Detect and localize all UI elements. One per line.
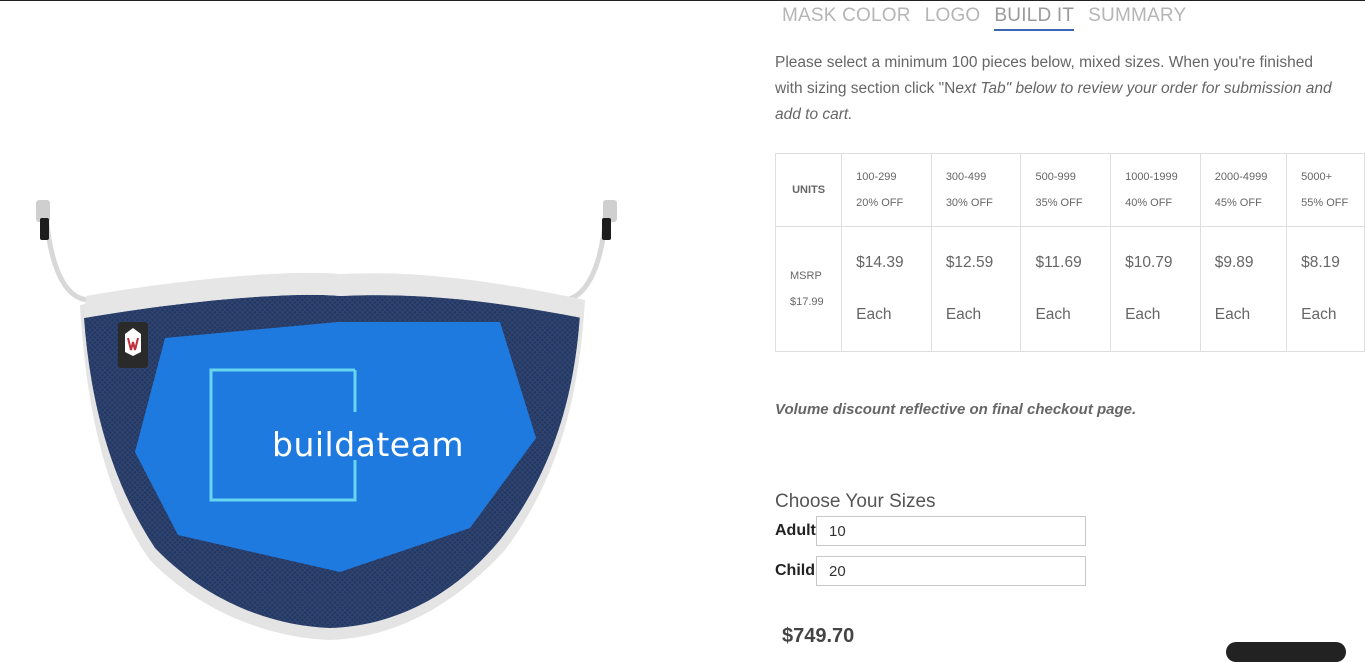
tier-discount: 35% OFF <box>1035 197 1083 209</box>
pricing-table: UNITS 100-299 20% OFF 300-499 30% OFF 500-… <box>774 153 1365 352</box>
msrp-cell: MSRP $17.99 <box>774 226 843 352</box>
msrp-label: MSRP <box>790 270 822 282</box>
pricing-price-row: MSRP $17.99 $14.39 Each $12.59 Each $11.69 E… <box>774 226 1365 352</box>
chat-widget-button[interactable] <box>1226 642 1346 662</box>
builder-tabs: MASK COLOR LOGO BUILD IT SUMMARY <box>782 5 1186 31</box>
tab-mask-color[interactable]: MASK COLOR <box>782 5 911 31</box>
brand-tag-icon <box>118 322 148 368</box>
tab-logo[interactable]: LOGO <box>925 5 981 31</box>
left-strap-clip-icon <box>36 200 50 240</box>
product-image: buildateam <box>0 150 700 646</box>
tier-price: $12.59 <box>945 254 994 271</box>
tier-price: $11.69 <box>1035 254 1082 271</box>
sizes-title: Choose Your Sizes <box>775 491 936 512</box>
adult-size-row: Adult <box>775 516 1086 546</box>
tier-range: 500-999 <box>1035 171 1076 183</box>
child-size-row: Child <box>775 556 1086 586</box>
tier-unit: Each <box>1035 306 1071 323</box>
tier-unit: Each <box>856 306 892 323</box>
tier-unit: Each <box>945 306 982 323</box>
tier-price: $14.39 <box>856 254 904 271</box>
order-total: $749.70 <box>782 625 855 647</box>
child-label: Child <box>775 562 815 579</box>
logo-text: buildateam <box>272 425 464 464</box>
tier-discount: 30% OFF <box>945 197 993 209</box>
price-cell: $12.59 Each <box>930 226 1022 352</box>
instructions-text: Please select a minimum 100 pieces below… <box>775 50 1335 128</box>
price-cell: $8.19 Each <box>1286 226 1365 352</box>
price-cell: $10.79 Each <box>1110 226 1201 352</box>
right-strap-clip-icon <box>602 200 617 240</box>
tier-cell: 5000+ 55% OFF <box>1286 153 1365 227</box>
adult-quantity-input[interactable] <box>816 516 1086 546</box>
tier-range: 300-499 <box>945 171 987 183</box>
units-label: UNITS <box>774 153 843 227</box>
tab-summary[interactable]: SUMMARY <box>1088 5 1186 31</box>
pricing-header-row: UNITS 100-299 20% OFF 300-499 30% OFF 500-… <box>774 153 1365 227</box>
tier-cell: 1000-1999 40% OFF <box>1110 153 1201 227</box>
price-cell: $9.89 Each <box>1199 226 1288 352</box>
tier-unit: Each <box>1214 306 1251 323</box>
tab-build-it[interactable]: BUILD IT <box>994 5 1075 31</box>
tier-discount: 55% OFF <box>1301 197 1349 209</box>
tier-price: $8.19 <box>1301 254 1340 271</box>
price-cell: $14.39 Each <box>841 226 932 352</box>
msrp-value: $17.99 <box>790 296 824 308</box>
tier-unit: Each <box>1301 306 1337 323</box>
tier-discount: 40% OFF <box>1125 197 1173 209</box>
tier-unit: Each <box>1125 306 1161 323</box>
price-cell: $11.69 Each <box>1020 226 1112 352</box>
volume-discount-note: Volume discount reflective on final chec… <box>775 401 1137 418</box>
top-border <box>0 0 1365 1</box>
mask-illustration: buildateam <box>36 200 617 640</box>
adult-label: Adult <box>775 522 816 539</box>
tier-range: 5000+ <box>1301 171 1333 183</box>
tier-cell: 300-499 30% OFF <box>930 153 1022 227</box>
tier-price: $9.89 <box>1214 254 1254 271</box>
tier-cell: 2000-4999 45% OFF <box>1199 153 1288 227</box>
child-quantity-input[interactable] <box>816 556 1086 586</box>
tier-cell: 100-299 20% OFF <box>841 153 932 227</box>
tier-range: 2000-4999 <box>1214 171 1268 183</box>
tier-range: 1000-1999 <box>1125 171 1178 183</box>
tier-price: $10.79 <box>1125 254 1173 271</box>
tier-range: 100-299 <box>856 171 897 183</box>
tier-discount: 45% OFF <box>1214 197 1262 209</box>
tier-cell: 500-999 35% OFF <box>1020 153 1112 227</box>
tier-discount: 20% OFF <box>856 197 904 209</box>
